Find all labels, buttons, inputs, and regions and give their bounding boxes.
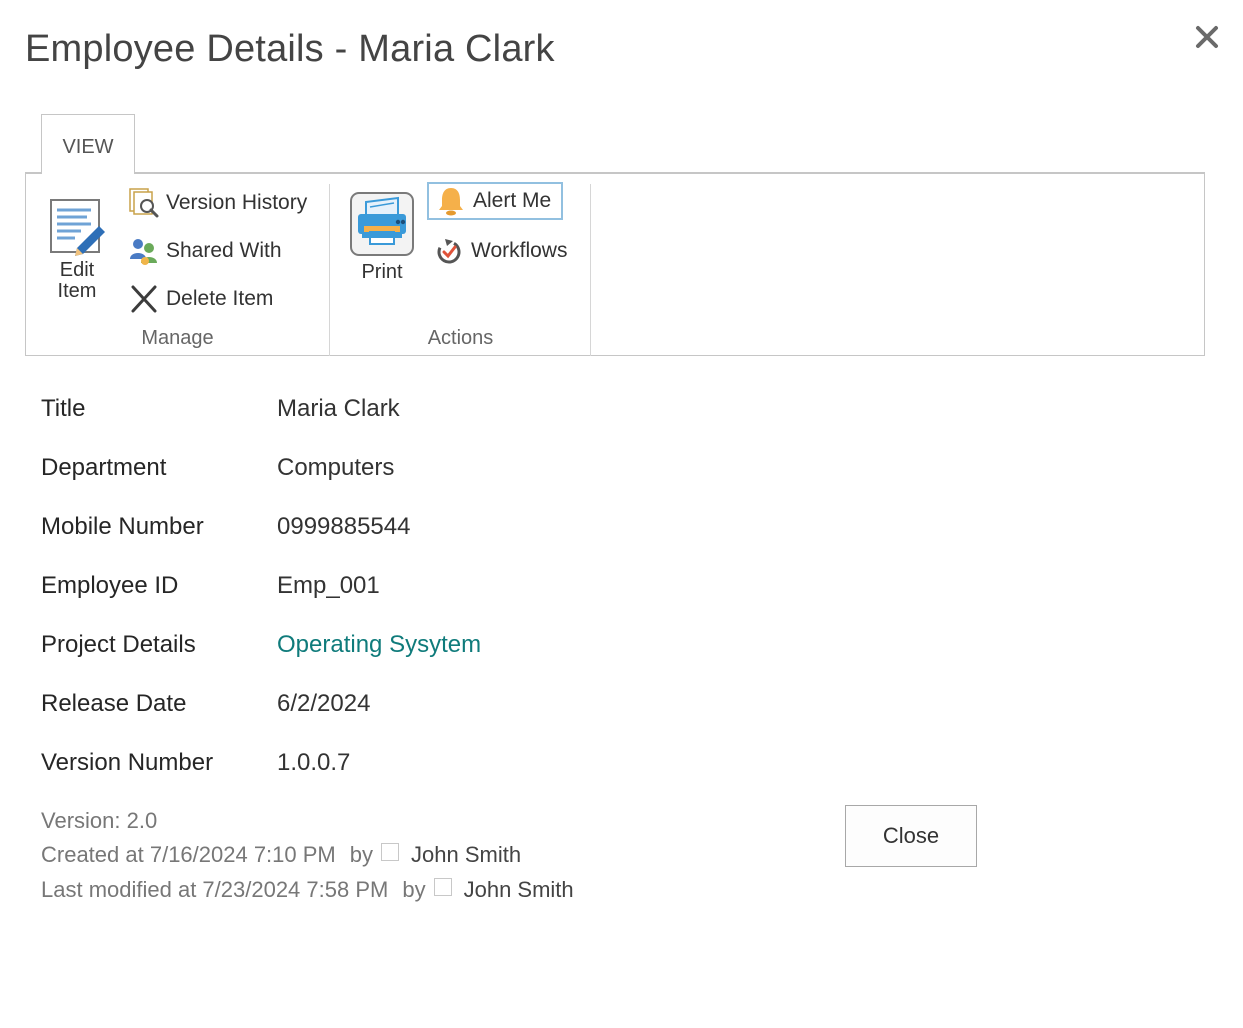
- edit-item-label-line1: Edit: [59, 259, 95, 281]
- modified-text: Last modified at 7/23/2024 7:58 PM: [41, 877, 389, 902]
- field-row-version-number: Version Number 1.0.0.7: [41, 743, 350, 783]
- workflows-button[interactable]: Workflows: [433, 232, 567, 270]
- created-text: Created at 7/16/2024 7:10 PM: [41, 842, 336, 867]
- print-label: Print: [361, 261, 403, 283]
- field-row-mobile-number: Mobile Number 0999885544: [41, 507, 410, 547]
- tab-view[interactable]: VIEW: [41, 114, 135, 174]
- modified-by-user-link[interactable]: John Smith: [464, 877, 574, 903]
- shared-with-button[interactable]: Shared With: [128, 232, 282, 270]
- version-history-icon: [129, 188, 159, 218]
- field-label: Project Details: [41, 631, 196, 658]
- field-label: Release Date: [41, 690, 187, 717]
- ribbon: Edit Item Version History Shared With De…: [25, 172, 1205, 356]
- version-info: Version: 2.0: [41, 808, 157, 834]
- presence-indicator-icon: [433, 878, 452, 896]
- alert-me-label: Alert Me: [473, 189, 552, 212]
- field-value: 6/2/2024: [277, 690, 371, 717]
- modified-info: Last modified at 7/23/2024 7:58 PM by Jo…: [41, 877, 574, 903]
- dialog-title: Employee Details - Maria Clark: [25, 28, 555, 70]
- project-details-link[interactable]: Operating Sysytem: [277, 631, 481, 659]
- field-value: Maria Clark: [277, 395, 400, 422]
- ribbon-group-actions: Print Alert Me Workflows Actions: [331, 182, 591, 356]
- created-info: Created at 7/16/2024 7:10 PM by John Smi…: [41, 842, 521, 868]
- alert-me-button[interactable]: Alert Me: [427, 182, 564, 220]
- shared-with-icon: [130, 239, 157, 265]
- field-row-title: Title Maria Clark: [41, 389, 400, 429]
- field-row-department: Department Computers: [41, 448, 394, 488]
- delete-x-icon: [131, 285, 157, 313]
- print-button[interactable]: Print: [349, 192, 415, 283]
- group-label-manage: Manage: [141, 327, 214, 349]
- field-value: 0999885544: [277, 513, 411, 540]
- modified-by-label: by: [402, 877, 426, 902]
- created-by-label: by: [349, 842, 374, 867]
- printer-icon: [350, 192, 414, 256]
- presence-indicator-icon: [381, 843, 400, 861]
- delete-item-label: Delete Item: [166, 287, 274, 310]
- version-history-label: Version History: [166, 191, 308, 214]
- field-value: Computers: [277, 454, 395, 481]
- version-text: Version: 2.0: [41, 808, 158, 833]
- bell-icon: [439, 188, 463, 216]
- field-label: Mobile Number: [41, 513, 204, 540]
- ribbon-group-manage: Edit Item Version History Shared With De…: [26, 184, 330, 356]
- close-button[interactable]: Close: [845, 805, 977, 867]
- field-value: Emp_001: [277, 572, 380, 599]
- workflows-icon: [437, 239, 461, 264]
- shared-with-label: Shared With: [166, 239, 282, 262]
- field-label: Title: [41, 395, 86, 422]
- edit-item-label-line2: Item: [57, 280, 97, 302]
- field-value: 1.0.0.7: [277, 749, 351, 776]
- created-by-user-link[interactable]: John Smith: [411, 842, 521, 868]
- field-row-employee-id: Employee ID Emp_001: [41, 566, 380, 606]
- field-label: Department: [41, 454, 167, 481]
- field-label: Version Number: [41, 749, 214, 776]
- field-row-release-date: Release Date 6/2/2024: [41, 684, 370, 724]
- workflows-label: Workflows: [471, 239, 568, 262]
- employee-details-dialog: Employee Details - Maria Clark VIEW Edit: [0, 0, 1243, 1028]
- edit-item-button[interactable]: Edit Item: [46, 196, 108, 302]
- field-label: Employee ID: [41, 572, 179, 599]
- delete-item-button[interactable]: Delete Item: [128, 280, 273, 318]
- field-row-project-details: Project Details Operating Sysytem: [41, 625, 481, 665]
- version-history-button[interactable]: Version History: [128, 184, 307, 222]
- edit-item-icon: [50, 199, 105, 256]
- group-label-actions: Actions: [427, 327, 494, 349]
- close-x-icon[interactable]: [1190, 20, 1224, 54]
